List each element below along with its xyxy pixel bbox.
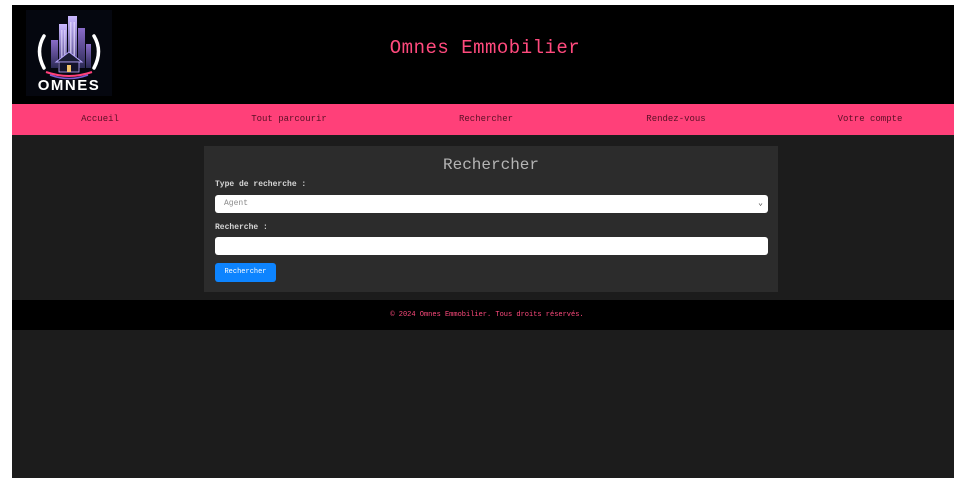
search-panel: Rechercher Type de recherche : Agent ⌄ R… bbox=[204, 146, 778, 292]
nav-item-rechercher[interactable]: Rechercher bbox=[459, 104, 513, 135]
copyright-text: © 2024 Omnes Emmobilier. Tous droits rés… bbox=[390, 311, 584, 319]
search-submit-button[interactable]: Rechercher bbox=[215, 263, 276, 282]
logo-text: OMNES bbox=[37, 77, 101, 94]
search-type-label: Type de recherche : bbox=[215, 180, 307, 189]
search-type-value: Agent bbox=[224, 199, 249, 208]
nav-item-accueil[interactable]: Accueil bbox=[81, 104, 119, 135]
search-input[interactable] bbox=[215, 237, 768, 255]
search-query-label: Recherche : bbox=[215, 223, 268, 232]
nav-item-rendez-vous[interactable]: Rendez-vous bbox=[646, 104, 705, 135]
nav-item-votre-compte[interactable]: Votre compte bbox=[838, 104, 903, 135]
search-type-select[interactable]: Agent ⌄ bbox=[215, 195, 768, 213]
site-header: OMNES Omnes Emmobilier bbox=[12, 5, 954, 104]
site-title: Omnes Emmobilier bbox=[389, 37, 581, 59]
page-frame: OMNES Omnes Emmobilier Accueil Tout parc… bbox=[12, 5, 954, 478]
search-title: Rechercher bbox=[442, 156, 539, 174]
site-footer: © 2024 Omnes Emmobilier. Tous droits rés… bbox=[12, 300, 954, 330]
chevron-down-icon: ⌄ bbox=[758, 199, 763, 208]
nav-item-tout-parcourir[interactable]: Tout parcourir bbox=[251, 104, 327, 135]
main-nav: Accueil Tout parcourir Rechercher Rendez… bbox=[12, 104, 954, 135]
